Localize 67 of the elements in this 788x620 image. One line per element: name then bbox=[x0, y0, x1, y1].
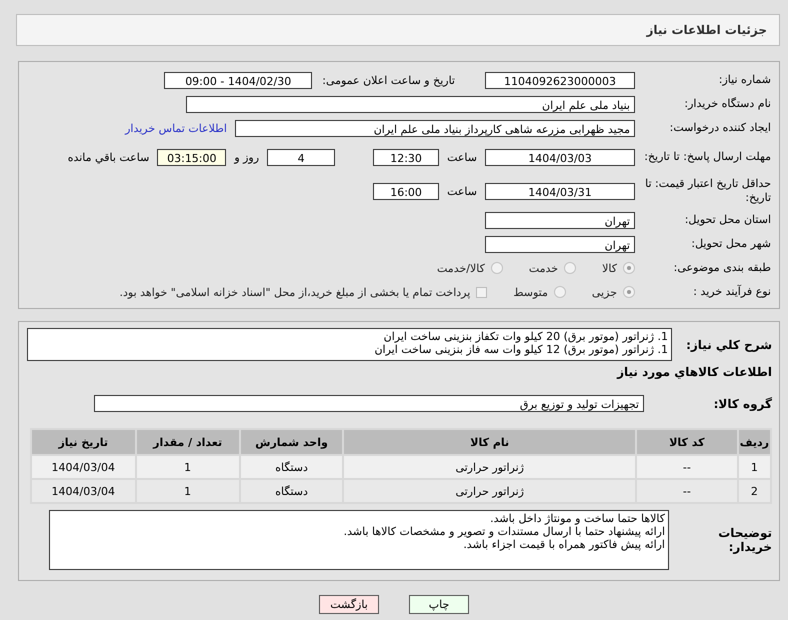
print-button[interactable]: چاپ bbox=[409, 595, 469, 614]
table-cell: 1404/03/04 bbox=[32, 456, 135, 478]
table-cell: دستگاه bbox=[240, 480, 342, 502]
table-cell: 1404/03/04 bbox=[32, 480, 135, 502]
back-button[interactable]: بازگشت bbox=[319, 595, 379, 614]
input-field[interactable]: 1404/02/30 - 09:00 bbox=[164, 72, 312, 88]
table-cell: 1 bbox=[136, 480, 239, 502]
page-title: جزئیات اطلاعات نیاز bbox=[646, 23, 767, 37]
buyer-contact-link[interactable]: اطلاعات تماس خریدار bbox=[125, 122, 227, 134]
field-label: روز و bbox=[234, 150, 260, 164]
input-field[interactable]: 12:30 bbox=[373, 148, 440, 166]
field-label: طبقه بندی موضوعی: bbox=[672, 261, 771, 275]
option-label: متوسط bbox=[513, 286, 548, 298]
checkbox[interactable] bbox=[476, 286, 488, 298]
column-header: واحد شمارش bbox=[240, 430, 342, 454]
option-label: کالا/خدمت bbox=[437, 262, 485, 274]
field-label: ساعت bbox=[447, 150, 477, 164]
table-cell: 1 bbox=[136, 456, 239, 478]
field-label: حداقل تاریخ اعتبار قیمت: تا تاریخ: bbox=[644, 177, 771, 205]
countdown-field: 03:15:00 bbox=[157, 148, 226, 166]
field-label: استان محل تحویل: bbox=[684, 213, 771, 227]
input-field[interactable]: تجهیزات تولید و توزیع برق bbox=[94, 395, 644, 412]
table-cell: ژنراتور حرارتی bbox=[344, 456, 636, 478]
field-label: ساعت bbox=[447, 184, 477, 198]
field-label: نوع فرآیند خرید : bbox=[692, 285, 771, 299]
field-label: توضیحات خریدار: bbox=[717, 526, 772, 554]
input-field[interactable]: 1404/03/03 bbox=[485, 148, 635, 166]
option-label: خدمت bbox=[528, 262, 558, 274]
description-textarea[interactable]: 1. ژنراتور (موتور برق) 20 کیلو وات تکفاز بنزینی ساخت ایران 1. ژنراتور (موتور برق) 12 کیلو وات سه فاز بنزینی ساخت ایران bbox=[27, 328, 672, 361]
field-label: تاریخ و ساعت اعلان عمومی: bbox=[322, 74, 455, 86]
table-cell: دستگاه bbox=[240, 456, 342, 478]
table-cell: 2 bbox=[738, 480, 770, 502]
option-label: پرداخت تمام یا بخشی از مبلغ خرید،از محل "اسناد خزانه اسلامی" خواهد بود. bbox=[120, 286, 470, 298]
column-header: نام کالا bbox=[344, 430, 636, 454]
input-field[interactable]: 16:00 bbox=[373, 182, 440, 200]
input-field[interactable]: 4 bbox=[267, 148, 336, 166]
input-field[interactable]: تهران bbox=[485, 212, 635, 228]
column-header: تعداد / مقدار bbox=[136, 430, 239, 454]
radio-button[interactable] bbox=[554, 286, 566, 298]
radio-button[interactable] bbox=[623, 286, 635, 298]
table-cell: -- bbox=[637, 456, 737, 478]
option-label: جزیی bbox=[592, 286, 617, 298]
field-label: گروه کالا: bbox=[712, 396, 772, 410]
input-field[interactable]: 1404/03/31 bbox=[485, 182, 635, 200]
field-label: شهر محل تحویل: bbox=[690, 237, 771, 251]
column-header: کد کالا bbox=[637, 430, 737, 454]
field-label: نام دستگاه خریدار: bbox=[683, 97, 771, 111]
radio-button[interactable] bbox=[490, 262, 503, 274]
table-cell: -- bbox=[637, 480, 737, 502]
field-label: ایجاد کننده درخواست: bbox=[668, 121, 771, 135]
notes-textarea[interactable]: کالاها حتما ساخت و مونتاژ داخل باشد. ارائه پیشنهاد حتما با ارسال مستندات و تصویر و مشخصات کالاها باشد. ارائه پیش فاکتور همراه با قیمت اجزاء باشد. bbox=[49, 510, 669, 570]
input-field[interactable]: 1104092623000003 bbox=[485, 72, 635, 88]
input-field[interactable]: تهران bbox=[485, 236, 635, 252]
radio-button[interactable] bbox=[623, 262, 635, 274]
input-field[interactable]: مجید ظهرابی مزرعه شاهی کارپرداز بنیاد ملی علم ایران bbox=[235, 120, 635, 136]
option-label: کالا bbox=[602, 262, 617, 274]
section-heading: اطلاعات کالاهاي مورد نياز bbox=[616, 365, 772, 379]
radio-button[interactable] bbox=[564, 262, 576, 274]
column-header: تاریخ نیاز bbox=[32, 430, 135, 454]
field-label: شرح کلي نياز: bbox=[685, 338, 772, 352]
field-label: شماره نیاز: bbox=[718, 73, 771, 87]
field-label: ساعت باقي مانده bbox=[68, 150, 150, 164]
table-cell: ژنراتور حرارتی bbox=[344, 480, 636, 502]
column-header: ردیف bbox=[738, 430, 770, 454]
field-label: مهلت ارسال پاسخ: تا تاریخ: bbox=[643, 150, 771, 164]
input-field[interactable]: بنیاد ملی علم ایران bbox=[186, 96, 635, 112]
table-cell: 1 bbox=[738, 456, 770, 478]
